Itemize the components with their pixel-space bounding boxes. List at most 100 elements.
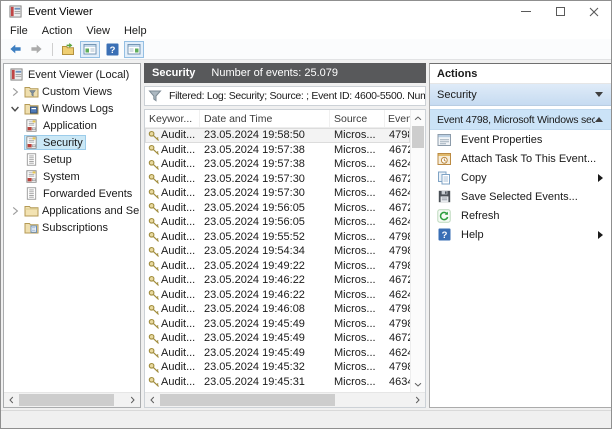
event-row[interactable]: Audit... 23.05.2024 19:56:05 Micros... 4672: [145, 201, 410, 216]
event-row[interactable]: Audit... 23.05.2024 19:57:38 Micros... 4672: [145, 143, 410, 158]
expanded-chevron-icon[interactable]: [7, 105, 23, 113]
close-button[interactable]: [577, 1, 611, 22]
tree-item-event-viewer-local[interactable]: Event Viewer (Local): [4, 66, 139, 83]
tree-item-forwarded-events[interactable]: Forwarded Events: [4, 185, 139, 202]
keywords-cell: Audit...: [145, 158, 200, 170]
key-icon: [147, 130, 161, 141]
back-arrow-icon: [8, 42, 22, 56]
scroll-left-icon[interactable]: [4, 393, 19, 407]
scroll-right-icon[interactable]: [125, 393, 140, 407]
chevron-up-icon[interactable]: [595, 117, 603, 122]
folder-filter-icon: [24, 85, 41, 98]
menu-help[interactable]: Help: [117, 24, 154, 38]
scroll-left-icon[interactable]: [145, 393, 160, 407]
toolbar-export-log-button[interactable]: [58, 41, 78, 58]
column-header-keywor[interactable]: Keywor...: [145, 110, 200, 127]
column-header-date-and-time[interactable]: Date and Time: [200, 110, 330, 127]
window-title: Event Viewer: [28, 5, 93, 18]
event-row[interactable]: Audit... 23.05.2024 19:46:08 Micros... 4798: [145, 302, 410, 317]
scroll-right-icon[interactable]: [410, 393, 425, 407]
actions-group-security[interactable]: Security: [430, 84, 611, 106]
tree-scroll-thumb[interactable]: [19, 394, 115, 406]
event-row[interactable]: Audit... 23.05.2024 19:56:05 Micros... 4624: [145, 215, 410, 230]
tree-horizontal-scrollbar[interactable]: [4, 392, 140, 407]
tree-scroll-track[interactable]: [19, 393, 125, 407]
event-row[interactable]: Audit... 23.05.2024 19:45:49 Micros... 4624: [145, 346, 410, 361]
menu-file[interactable]: File: [3, 24, 35, 38]
tree-item-setup[interactable]: Setup: [4, 151, 139, 168]
event-row[interactable]: Audit... 23.05.2024 19:57:30 Micros... 4672: [145, 172, 410, 187]
keywords-value: Audit...: [161, 187, 196, 200]
filter-funnel-icon: [148, 90, 162, 102]
collapsed-chevron-icon[interactable]: [7, 87, 23, 97]
event-row[interactable]: Audit... 23.05.2024 19:58:50 Micros... 4798: [145, 128, 410, 143]
tree-item-system[interactable]: System: [4, 168, 139, 185]
event-row[interactable]: Audit... 23.05.2024 19:45:32 Micros... 4798: [145, 360, 410, 375]
chevron-down-icon[interactable]: [595, 92, 603, 97]
filter-notice-bar[interactable]: Filtered: Log: Security; Source: ; Event…: [144, 86, 426, 106]
forward-arrow-icon: [30, 42, 44, 56]
scroll-up-icon[interactable]: [411, 111, 425, 125]
event-row[interactable]: Audit... 23.05.2024 19:45:49 Micros... 4672: [145, 331, 410, 346]
maximize-button[interactable]: [543, 1, 577, 22]
event-row[interactable]: Audit... 23.05.2024 19:46:22 Micros... 4624: [145, 288, 410, 303]
tree-item-label: Setup: [43, 153, 72, 166]
toolbar-back-arrow-button[interactable]: [5, 41, 25, 58]
table-vscroll-thumb[interactable]: [412, 126, 424, 148]
tree-item-security[interactable]: Security: [4, 134, 139, 151]
toolbar-help-button[interactable]: ?: [102, 41, 122, 58]
keywords-cell: Audit...: [145, 303, 200, 315]
table-vertical-scrollbar[interactable]: [410, 110, 425, 392]
menu-view[interactable]: View: [79, 24, 117, 38]
event-id-cell: 4624: [389, 288, 410, 301]
svg-text:?: ?: [109, 44, 115, 55]
column-header-source[interactable]: Source: [330, 110, 385, 127]
event-row[interactable]: Audit... 23.05.2024 19:55:52 Micros... 4798: [145, 230, 410, 245]
tree-item-application[interactable]: Application: [4, 117, 139, 134]
event-row[interactable]: Audit... 23.05.2024 19:46:22 Micros... 4672: [145, 273, 410, 288]
actions-group-event-4798[interactable]: Event 4798, Microsoft Windows secur...: [430, 109, 611, 130]
source-cell: Micros...: [334, 245, 376, 258]
tree-item-windows-logs[interactable]: Windows Logs: [4, 100, 139, 117]
menu-bar: File Action View Help: [1, 22, 611, 39]
event-viewer-icon: [10, 68, 27, 81]
action-copy[interactable]: Copy: [430, 168, 611, 187]
tree-item-applications-and-services-log[interactable]: Applications and Services Log: [4, 202, 139, 219]
event-row[interactable]: Audit... 23.05.2024 19:54:34 Micros... 4798: [145, 244, 410, 259]
key-icon: [147, 275, 161, 286]
column-header-event-id[interactable]: Event ID: [385, 110, 410, 127]
source-cell: Micros...: [334, 361, 376, 374]
event-row[interactable]: Audit... 23.05.2024 19:57:38 Micros... 4624: [145, 157, 410, 172]
source-cell: Micros...: [334, 201, 376, 214]
actions-panel: Actions Security Event 4798, Microsoft W…: [429, 63, 611, 408]
scroll-down-icon[interactable]: [411, 377, 425, 391]
table-horizontal-scrollbar[interactable]: [145, 392, 425, 407]
key-icon: [147, 202, 161, 214]
event-row[interactable]: Audit... 23.05.2024 19:45:49 Micros... 4798: [145, 317, 410, 332]
collapsed-chevron-icon[interactable]: [7, 206, 23, 216]
minimize-button[interactable]: [509, 1, 543, 22]
toolbar-forward-arrow-button[interactable]: [27, 41, 47, 58]
action-save-selected-events[interactable]: Save Selected Events...: [430, 187, 611, 206]
event-row[interactable]: Audit... 23.05.2024 19:49:22 Micros... 4798: [145, 259, 410, 274]
keywords-value: Audit...: [161, 332, 196, 345]
event-row[interactable]: Audit... 23.05.2024 19:45:31 Micros... 4634: [145, 375, 410, 390]
tree-item-label: Applications and Services Log: [42, 204, 139, 217]
source-cell: Micros...: [334, 129, 376, 142]
action-attach-task-to-this-event[interactable]: Attach Task To This Event...: [430, 149, 611, 168]
toolbar-console-tree-button[interactable]: [80, 40, 100, 58]
table-scroll-thumb[interactable]: [160, 394, 335, 406]
action-help[interactable]: ? Help: [430, 225, 611, 244]
table-scroll-track[interactable]: [160, 393, 410, 407]
action-event-properties[interactable]: Event Properties: [430, 130, 611, 149]
tree-item-subscriptions[interactable]: Subscriptions: [4, 219, 139, 236]
toolbar-action-pane-button[interactable]: [124, 40, 144, 58]
keywords-cell: Audit...: [145, 274, 200, 286]
folder-logs-icon: [24, 102, 41, 115]
tree-node: Security: [24, 135, 86, 150]
menu-action[interactable]: Action: [35, 24, 80, 38]
tree-item-custom-views[interactable]: Custom Views: [4, 83, 139, 100]
key-icon: [147, 231, 161, 243]
event-row[interactable]: Audit... 23.05.2024 19:57:30 Micros... 4624: [145, 186, 410, 201]
action-refresh[interactable]: Refresh: [430, 206, 611, 225]
